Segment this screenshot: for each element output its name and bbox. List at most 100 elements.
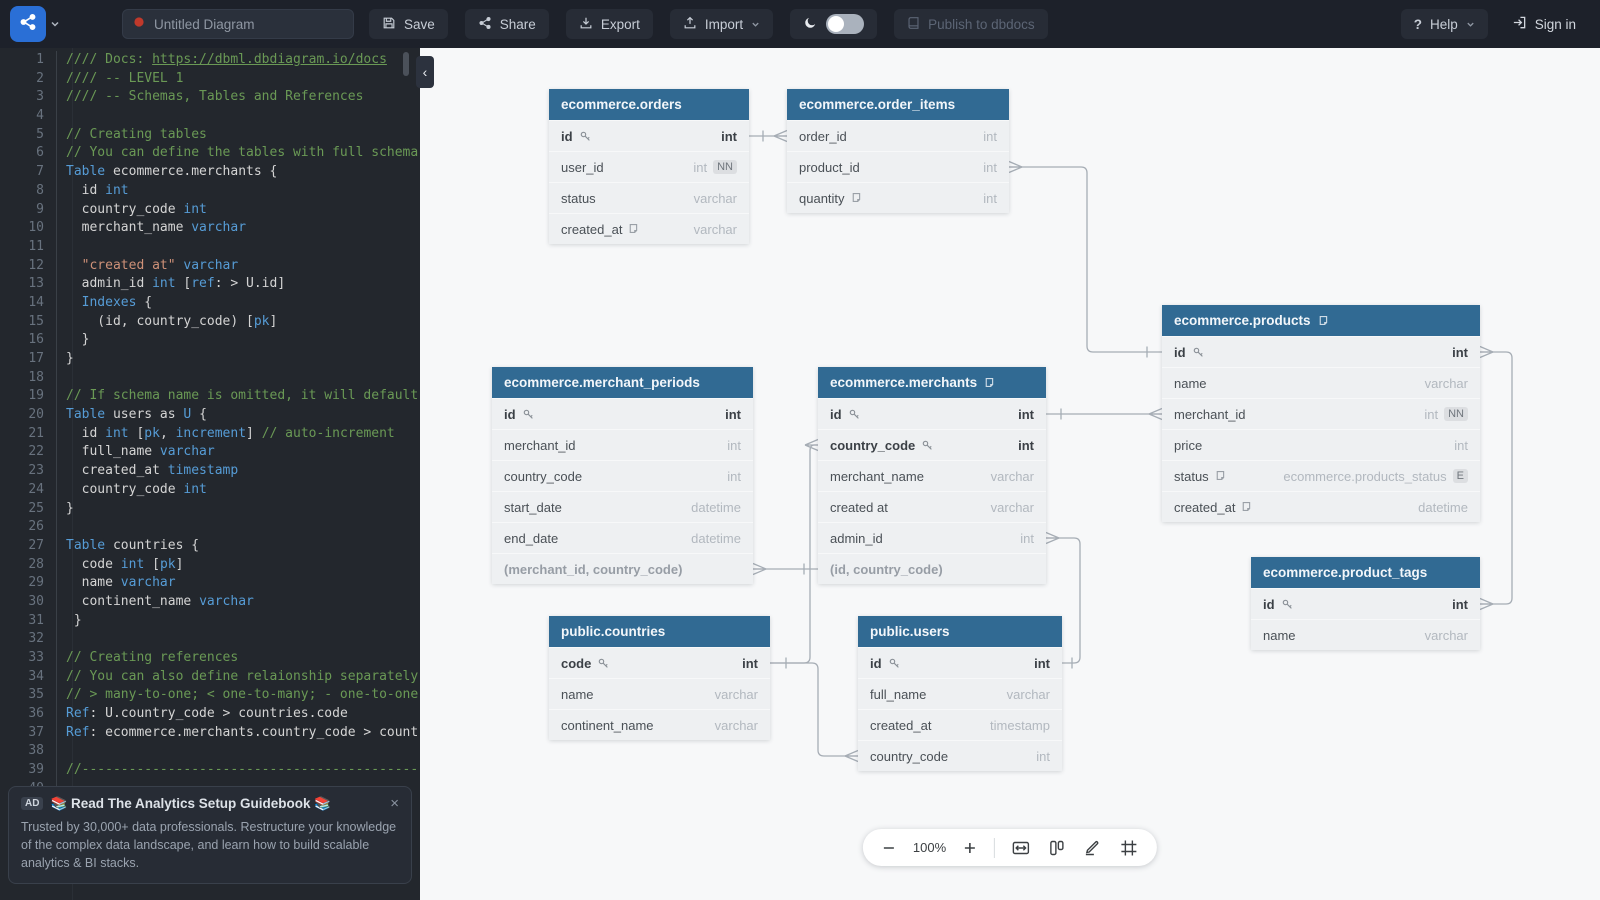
field-row[interactable]: namevarchar — [1162, 367, 1480, 398]
code-line[interactable]: 34// You can also define relaionship sep… — [0, 668, 420, 687]
field-row[interactable]: idint — [492, 398, 753, 429]
field-row[interactable]: quantityint — [787, 182, 1009, 213]
field-row[interactable]: created_atvarchar — [549, 213, 749, 244]
field-row[interactable]: start_datedatetime — [492, 491, 753, 522]
logo-button[interactable] — [10, 6, 46, 42]
code-line[interactable]: 17} — [0, 350, 420, 369]
code-line[interactable]: 20Table users as U { — [0, 406, 420, 425]
field-row[interactable]: country_codeint — [858, 740, 1062, 771]
import-button[interactable]: Import — [670, 9, 773, 39]
editor-panel[interactable]: 1//// Docs: https://dbml.dbdiagram.io/do… — [0, 48, 420, 900]
field-row[interactable]: end_datedatetime — [492, 522, 753, 553]
relationship-line[interactable] — [749, 131, 787, 142]
table-header[interactable]: public.users — [858, 616, 1062, 647]
code-line[interactable]: 1//// Docs: https://dbml.dbdiagram.io/do… — [0, 51, 420, 70]
field-row[interactable]: admin_idint — [818, 522, 1046, 553]
table-header[interactable]: ecommerce.order_items — [787, 89, 1009, 120]
code-line[interactable]: 36Ref: U.country_code > countries.code — [0, 705, 420, 724]
code-line[interactable]: 4 — [0, 107, 420, 126]
code-line[interactable]: 11 — [0, 238, 420, 257]
field-row[interactable]: (merchant_id, country_code) — [492, 553, 753, 584]
field-row[interactable]: merchant_idint — [492, 429, 753, 460]
code-line[interactable]: 32 — [0, 630, 420, 649]
field-row[interactable]: idint — [549, 120, 749, 151]
code-line[interactable]: 16 } — [0, 331, 420, 350]
relationship-line[interactable] — [770, 663, 858, 762]
code-line[interactable]: 13 admin_id int [ref: > U.id] — [0, 275, 420, 294]
code-line[interactable]: 6// You can define the tables with full … — [0, 144, 420, 163]
code-line[interactable]: 38 — [0, 742, 420, 761]
share-button[interactable]: Share — [465, 9, 549, 39]
field-row[interactable]: full_namevarchar — [858, 678, 1062, 709]
relationship-line[interactable] — [770, 440, 818, 669]
ad-title[interactable]: 📚 Read The Analytics Setup Guidebook 📚 — [50, 796, 331, 812]
zoom-out-button[interactable] — [881, 840, 897, 856]
db-table[interactable]: public.countriescodeintnamevarcharcontin… — [549, 616, 770, 740]
frame-button[interactable] — [1119, 838, 1139, 858]
code-line[interactable]: 23 created_at timestamp — [0, 462, 420, 481]
diagram-canvas[interactable]: ecommerce.ordersidintuser_idintNNstatusv… — [420, 48, 1600, 900]
field-row[interactable]: merchant_namevarchar — [818, 460, 1046, 491]
field-row[interactable]: namevarchar — [549, 678, 770, 709]
field-row[interactable]: (id, country_code) — [818, 553, 1046, 584]
code-line[interactable]: 8 id int — [0, 182, 420, 201]
field-row[interactable]: created_attimestamp — [858, 709, 1062, 740]
code-line[interactable]: 29 name varchar — [0, 574, 420, 593]
field-row[interactable]: namevarchar — [1251, 619, 1480, 650]
code-line[interactable]: 14 Indexes { — [0, 294, 420, 313]
code-line[interactable]: 3//// -- Schemas, Tables and References — [0, 88, 420, 107]
auto-arrange-button[interactable] — [1047, 838, 1067, 858]
code-line[interactable]: 5// Creating tables — [0, 126, 420, 145]
table-header[interactable]: ecommerce.products — [1162, 305, 1480, 336]
logo-caret-icon[interactable] — [50, 19, 60, 29]
field-row[interactable]: codeint — [549, 647, 770, 678]
code-line[interactable]: 28 code int [pk] — [0, 556, 420, 575]
relationship-line[interactable] — [1009, 162, 1162, 358]
table-header[interactable]: public.countries — [549, 616, 770, 647]
zoom-in-button[interactable] — [962, 840, 978, 856]
code-line[interactable]: 7Table ecommerce.merchants { — [0, 163, 420, 182]
code-line[interactable]: 37Ref: ecommerce.merchants.country_code … — [0, 724, 420, 743]
field-row[interactable]: idint — [1251, 588, 1480, 619]
code-line[interactable]: 33// Creating references — [0, 649, 420, 668]
code-line[interactable]: 21 id int [pk, increment] // auto-increm… — [0, 425, 420, 444]
code-line[interactable]: 9 country_code int — [0, 201, 420, 220]
code-line[interactable]: 30 continent_name varchar — [0, 593, 420, 612]
theme-toggle[interactable] — [790, 9, 877, 39]
field-row[interactable]: created_atdatetime — [1162, 491, 1480, 522]
publish-button[interactable]: Publish to dbdocs — [894, 9, 1048, 39]
field-row[interactable]: created atvarchar — [818, 491, 1046, 522]
editor-scrollbar[interactable] — [403, 52, 409, 76]
code-line[interactable]: 15 (id, country_code) [pk] — [0, 313, 420, 332]
field-row[interactable]: order_idint — [787, 120, 1009, 151]
highlight-button[interactable] — [1083, 838, 1103, 858]
field-row[interactable]: idint — [858, 647, 1062, 678]
db-table[interactable]: ecommerce.product_tagsidintnamevarchar — [1251, 557, 1480, 650]
field-row[interactable]: idint — [818, 398, 1046, 429]
code-line[interactable]: 12 "created at" varchar — [0, 257, 420, 276]
db-table[interactable]: public.usersidintfull_namevarcharcreated… — [858, 616, 1062, 771]
fit-view-button[interactable] — [1011, 838, 1031, 858]
collapse-editor-button[interactable]: ‹ — [416, 56, 434, 88]
ad-close-icon[interactable]: × — [390, 796, 399, 811]
field-row[interactable]: statusecommerce.products_statusE — [1162, 460, 1480, 491]
table-header[interactable]: ecommerce.product_tags — [1251, 557, 1480, 588]
code-line[interactable]: 2//// -- LEVEL 1 — [0, 70, 420, 89]
field-row[interactable]: idint — [1162, 336, 1480, 367]
db-table[interactable]: ecommerce.productsidintnamevarcharmercha… — [1162, 305, 1480, 522]
field-row[interactable]: continent_namevarchar — [549, 709, 770, 740]
table-header[interactable]: ecommerce.merchant_periods — [492, 367, 753, 398]
relationship-line[interactable] — [753, 564, 818, 575]
signin-button[interactable]: Sign in — [1512, 15, 1576, 33]
field-row[interactable]: user_idintNN — [549, 151, 749, 182]
field-row[interactable]: product_idint — [787, 151, 1009, 182]
db-table[interactable]: ecommerce.ordersidintuser_idintNNstatusv… — [549, 89, 749, 244]
db-table[interactable]: ecommerce.merchantsidintcountry_codeintm… — [818, 367, 1046, 584]
code-line[interactable]: 26 — [0, 518, 420, 537]
table-header[interactable]: ecommerce.orders — [549, 89, 749, 120]
code-line[interactable]: 18 — [0, 369, 420, 388]
table-header[interactable]: ecommerce.merchants — [818, 367, 1046, 398]
db-table[interactable]: ecommerce.order_itemsorder_idintproduct_… — [787, 89, 1009, 213]
code-line[interactable]: 24 country_code int — [0, 481, 420, 500]
help-button[interactable]: ? Help — [1401, 9, 1488, 39]
